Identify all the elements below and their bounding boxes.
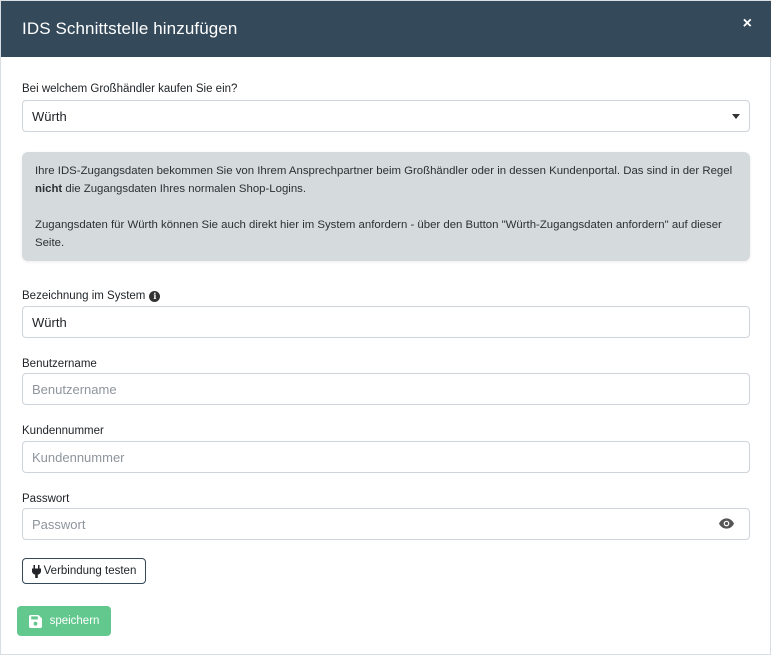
test-connection-button[interactable]: Verbindung testen xyxy=(22,558,146,584)
info-paragraph-1: Ihre IDS-Zugangsdaten bekommen Sie von I… xyxy=(35,165,733,195)
save-button[interactable]: speichern xyxy=(17,606,111,636)
customer-number-input[interactable] xyxy=(22,441,750,473)
username-label: Benutzername xyxy=(22,358,97,370)
customer-number-label: Kundennummer xyxy=(22,425,104,437)
close-icon: × xyxy=(742,15,752,32)
wholesaler-label: Bei welchem Großhändler kaufen Sie ein? xyxy=(22,83,238,95)
test-connection-label: Verbindung testen xyxy=(43,565,137,577)
save-label: speichern xyxy=(49,615,100,627)
system-name-input[interactable] xyxy=(22,306,750,338)
close-button[interactable]: × xyxy=(743,16,752,32)
dialog-title: IDS Schnittstelle hinzufügen xyxy=(22,19,238,38)
wholesaler-selected-value: Würth xyxy=(32,108,67,124)
dialog-header: IDS Schnittstelle hinzufügen × xyxy=(1,1,771,57)
system-name-label: Bezeichnung im System i xyxy=(22,290,161,302)
info-icon[interactable]: i xyxy=(149,290,161,302)
eye-icon[interactable] xyxy=(719,518,734,529)
floppy-disk-icon xyxy=(28,614,42,628)
info-box: Ihre IDS-Zugangsdaten bekommen Sie von I… xyxy=(22,152,750,261)
ids-interface-dialog: IDS Schnittstelle hinzufügen × Bei welch… xyxy=(0,0,771,655)
caret-down-icon xyxy=(732,113,740,119)
info-paragraph-2: Zugangsdaten für Würth können Sie auch d… xyxy=(35,219,722,249)
password-label: Passwort xyxy=(22,493,70,505)
info-emphasis: nicht xyxy=(35,183,63,195)
plug-icon xyxy=(31,564,41,578)
wholesaler-select[interactable]: Würth xyxy=(22,100,750,132)
username-input[interactable] xyxy=(22,373,750,405)
password-field-wrapper xyxy=(22,508,750,540)
password-input[interactable] xyxy=(22,508,750,540)
